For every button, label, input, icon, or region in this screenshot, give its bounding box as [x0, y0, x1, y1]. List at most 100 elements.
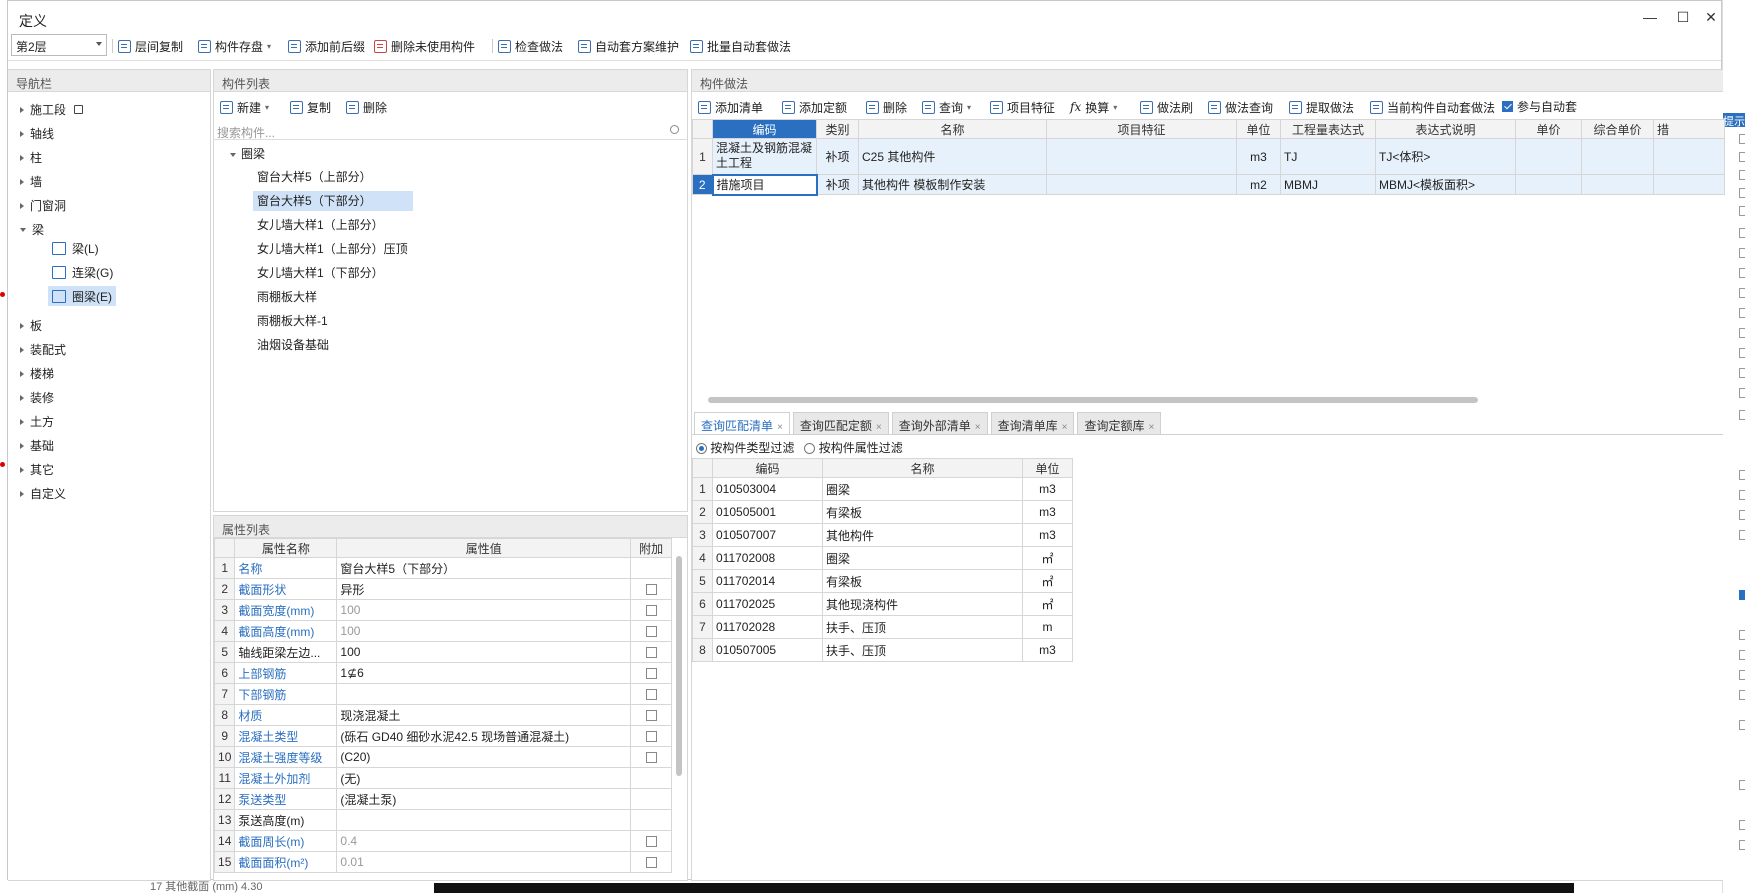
query-name-cell[interactable]: 圈梁: [822, 477, 1023, 501]
background-checkbox[interactable]: [1739, 348, 1745, 358]
floor-copy-button[interactable]: 层间复制: [118, 37, 183, 55]
background-checkbox[interactable]: [1739, 134, 1745, 144]
filter-by-attr-radio[interactable]: 按构件属性过滤: [804, 439, 903, 456]
property-row[interactable]: 14 截面周长(m) 0.4: [213, 830, 672, 852]
background-checkbox[interactable]: [1739, 590, 1745, 600]
close-tab-icon[interactable]: ×: [975, 422, 981, 433]
nav-item-column[interactable]: 柱: [20, 149, 42, 166]
property-value-cell[interactable]: 100: [336, 599, 632, 621]
close-tab-icon[interactable]: ×: [777, 422, 783, 433]
attach-checkbox[interactable]: [645, 626, 657, 638]
query-name-cell[interactable]: 扶手、压顶: [822, 638, 1023, 662]
tree-group-ring-beam[interactable]: 圈梁: [226, 144, 269, 164]
query-result-row[interactable]: 4 011702008 圈梁㎡: [692, 546, 1073, 570]
attach-checkbox[interactable]: [645, 584, 657, 596]
method-expr-cell[interactable]: MBMJ: [1280, 174, 1376, 195]
nav-sub-beam[interactable]: 梁(L): [48, 238, 103, 258]
participate-auto-checkbox[interactable]: 参与自动套: [1502, 97, 1577, 115]
nav-item-wall[interactable]: 墙: [20, 173, 42, 190]
query-unit-cell[interactable]: m3: [1022, 523, 1073, 547]
extract-method-button[interactable]: 提取做法: [1289, 98, 1354, 116]
property-scrollbar[interactable]: [676, 556, 682, 776]
query-result-row[interactable]: 2 010505001 有梁板 m3: [692, 500, 1073, 524]
background-checkbox[interactable]: [1739, 820, 1745, 830]
method-total-cell[interactable]: [1581, 138, 1654, 175]
query-name-cell[interactable]: 有梁板: [822, 569, 1023, 593]
nav-item-other[interactable]: 其它: [20, 461, 54, 478]
method-unit-cell[interactable]: m3: [1236, 138, 1281, 175]
method-feature-cell[interactable]: [1046, 174, 1237, 195]
attach-checkbox[interactable]: [645, 836, 657, 848]
query-code-cell[interactable]: 011702008: [712, 546, 823, 570]
background-checkbox[interactable]: [1739, 308, 1745, 318]
property-value-cell[interactable]: 100: [336, 620, 632, 642]
nav-item-slab[interactable]: 板: [20, 317, 42, 334]
method-code-cell[interactable]: 混凝土及钢筋混凝土工程: [712, 138, 817, 175]
property-value-cell[interactable]: (无): [336, 767, 632, 789]
property-row[interactable]: 2 截面形状 异形: [213, 578, 672, 600]
tab-quota-library[interactable]: 查询定额库 ×: [1077, 412, 1162, 434]
tab-list-library[interactable]: 查询清单库 ×: [990, 412, 1075, 434]
search-icon[interactable]: [670, 125, 679, 134]
delete-unused-button[interactable]: 删除未使用构件: [374, 37, 475, 55]
attach-checkbox[interactable]: [645, 668, 657, 680]
query-result-row[interactable]: 8 010507005 扶手、压顶 m3: [692, 638, 1073, 662]
query-unit-cell[interactable]: m3: [1022, 638, 1073, 662]
background-checkbox[interactable]: [1739, 152, 1745, 162]
nav-item-earthwork[interactable]: 土方: [20, 413, 54, 430]
method-brush-button[interactable]: 做法刷: [1140, 98, 1193, 116]
background-checkbox[interactable]: [1739, 630, 1745, 640]
background-checkbox[interactable]: [1739, 188, 1745, 198]
tree-item-component-selected[interactable]: 窗台大样5（下部分）: [253, 191, 413, 211]
method-row-selected[interactable]: 2 措施项目 补项 其他构件 模板制作安装 m2 MBMJ MBMJ<模板面积>: [692, 173, 1725, 196]
method-type-cell[interactable]: 补项: [816, 174, 859, 195]
copy-component-button[interactable]: 复制: [290, 98, 331, 116]
close-tab-icon[interactable]: ×: [876, 422, 882, 433]
method-desc-cell[interactable]: TJ<体积>: [1375, 138, 1516, 175]
query-name-cell[interactable]: 其他构件: [822, 523, 1023, 547]
background-checkbox[interactable]: [1739, 720, 1745, 730]
convert-button[interactable]: fx 换算 ▾: [1070, 98, 1117, 116]
method-code-cell[interactable]: 措施项目: [711, 173, 818, 196]
query-unit-cell[interactable]: ㎡: [1022, 546, 1073, 570]
nav-item-beam[interactable]: 梁: [20, 221, 44, 238]
method-unit-cell[interactable]: m2: [1236, 174, 1281, 195]
query-button[interactable]: 查询 ▾: [922, 98, 971, 116]
property-row[interactable]: 6 上部钢筋 1⊈6: [213, 662, 672, 684]
nav-item-prefab[interactable]: 装配式: [20, 341, 66, 358]
nav-sub-ring-beam[interactable]: 圈梁(E): [48, 286, 116, 306]
component-search-input[interactable]: 搜索构件...: [214, 122, 687, 140]
new-component-button[interactable]: 新建 ▾: [220, 98, 269, 116]
tab-match-list[interactable]: 查询匹配清单 ×: [694, 412, 790, 434]
nav-item-decoration[interactable]: 装修: [20, 389, 54, 406]
radio-icon[interactable]: [804, 442, 816, 454]
property-value-cell[interactable]: 0.4: [336, 830, 632, 852]
attach-checkbox[interactable]: [645, 647, 657, 659]
method-price-cell[interactable]: [1515, 138, 1582, 175]
delete-method-button[interactable]: 删除: [866, 98, 907, 116]
method-row[interactable]: 1 混凝土及钢筋混凝土工程 补项 C25 其他构件 m3 TJ TJ<体积>: [692, 138, 1725, 175]
tree-item-component[interactable]: 雨棚板大样: [253, 287, 321, 307]
property-row[interactable]: 7 下部钢筋: [213, 683, 672, 705]
background-checkbox[interactable]: [1739, 388, 1745, 398]
property-value-cell[interactable]: 窗台大样5（下部分）: [336, 557, 632, 579]
property-value-cell[interactable]: 现浇混凝土: [336, 704, 632, 726]
method-type-cell[interactable]: 补项: [816, 138, 859, 175]
property-row[interactable]: 10 混凝土强度等级 (C20): [213, 746, 672, 768]
auto-scheme-button[interactable]: 自动套方案维护: [578, 37, 679, 55]
background-checkbox[interactable]: [1739, 470, 1745, 480]
background-checkbox[interactable]: [1739, 268, 1745, 278]
add-prefix-suffix-button[interactable]: 添加前后缀: [288, 37, 365, 55]
property-value-cell[interactable]: [336, 809, 632, 831]
background-checkbox[interactable]: [1739, 368, 1745, 378]
background-checkbox[interactable]: [1739, 510, 1745, 520]
method-query-button[interactable]: 做法查询: [1208, 98, 1273, 116]
property-row[interactable]: 9 混凝土类型 (砾石 GD40 细砂水泥42.5 现场普通混凝土): [213, 725, 672, 747]
method-desc-cell[interactable]: MBMJ<模板面积>: [1375, 174, 1516, 195]
attach-checkbox[interactable]: [645, 731, 657, 743]
property-value-cell[interactable]: (混凝土泵): [336, 788, 632, 810]
query-code-cell[interactable]: 010507007: [712, 523, 823, 547]
background-checkbox[interactable]: [1739, 228, 1745, 238]
attach-checkbox[interactable]: [645, 605, 657, 617]
delete-component-button[interactable]: 删除: [346, 98, 387, 116]
